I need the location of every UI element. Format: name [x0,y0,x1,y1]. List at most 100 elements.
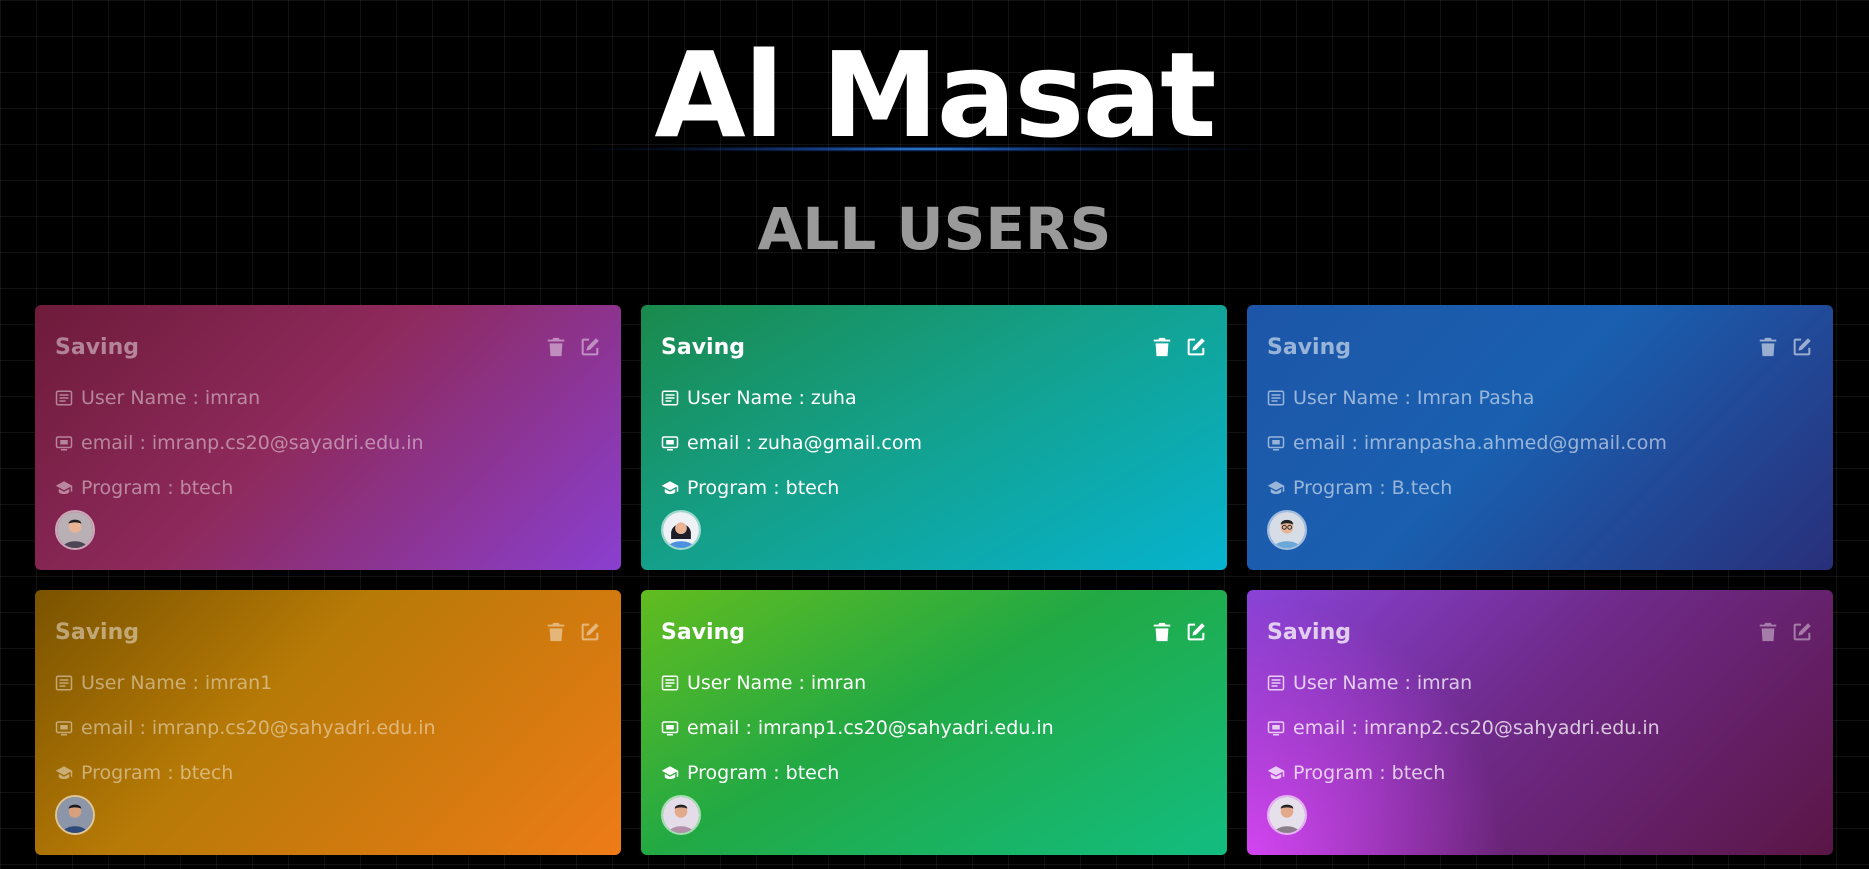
user-card: Saving User Name : Imran Pasha email : i… [1247,305,1833,570]
email-text: email : imranp.cs20@sayadri.edu.in [81,431,424,454]
trash-icon[interactable] [1757,621,1779,643]
brand-title: Al Masat [654,26,1216,164]
program-text: Program : btech [687,476,840,499]
graduation-cap-icon [661,765,679,779]
username-row: User Name : imran [1267,670,1813,695]
card-actions [1151,621,1207,643]
user-card: Saving User Name : imran email : imranp.… [35,305,621,570]
username-text: User Name : Imran Pasha [1293,386,1535,409]
avatar [55,795,95,835]
email-row: email : imranp.cs20@sahyadri.edu.in [55,715,601,740]
list-icon [661,675,679,690]
id-card-icon [1267,435,1285,450]
avatar [661,795,701,835]
card-title: Saving [55,619,139,645]
graduation-cap-icon [661,480,679,494]
list-icon [661,390,679,405]
avatar [55,510,95,550]
edit-icon[interactable] [1185,621,1207,643]
avatar [1267,795,1307,835]
program-row: Program : btech [55,475,601,500]
trash-icon[interactable] [545,621,567,643]
user-cards-grid: Saving User Name : imran email : imranp.… [35,305,1834,855]
list-icon [1267,390,1285,405]
program-row: Program : btech [55,760,601,785]
list-icon [1267,675,1285,690]
email-row: email : zuha@gmail.com [661,430,1207,455]
program-row: Program : B.tech [1267,475,1813,500]
card-header: Saving [55,614,601,650]
email-row: email : imranp.cs20@sayadri.edu.in [55,430,601,455]
email-row: email : imranpasha.ahmed@gmail.com [1267,430,1813,455]
trash-icon[interactable] [1151,621,1173,643]
card-title: Saving [661,619,745,645]
username-text: User Name : imran1 [81,671,273,694]
username-row: User Name : imran [55,385,601,410]
graduation-cap-icon [1267,765,1285,779]
username-text: User Name : zuha [687,386,857,409]
card-actions [1757,336,1813,358]
username-row: User Name : Imran Pasha [1267,385,1813,410]
card-header: Saving [1267,329,1813,365]
card-title: Saving [1267,619,1351,645]
id-card-icon [55,720,73,735]
user-card: Saving User Name : zuha email : zuha@gma… [641,305,1227,570]
card-actions [545,621,601,643]
card-actions [1151,336,1207,358]
email-text: email : zuha@gmail.com [687,431,922,454]
username-text: User Name : imran [687,671,867,694]
edit-icon[interactable] [1791,621,1813,643]
email-row: email : imranp2.cs20@sahyadri.edu.in [1267,715,1813,740]
program-text: Program : btech [81,761,234,784]
card-actions [545,336,601,358]
card-title: Saving [55,334,139,360]
username-text: User Name : imran [81,386,261,409]
trash-icon[interactable] [1151,336,1173,358]
card-title: Saving [1267,334,1351,360]
edit-icon[interactable] [579,336,601,358]
trash-icon[interactable] [1757,336,1779,358]
graduation-cap-icon [55,765,73,779]
list-icon [55,675,73,690]
user-card: Saving User Name : imran email : imranp1… [641,590,1227,855]
username-row: User Name : imran [661,670,1207,695]
card-header: Saving [661,614,1207,650]
edit-icon[interactable] [579,621,601,643]
email-text: email : imranpasha.ahmed@gmail.com [1293,431,1667,454]
avatar [661,510,701,550]
username-row: User Name : imran1 [55,670,601,695]
program-text: Program : btech [1293,761,1446,784]
card-header: Saving [55,329,601,365]
program-row: Program : btech [1267,760,1813,785]
graduation-cap-icon [55,480,73,494]
trash-icon[interactable] [545,336,567,358]
program-text: Program : btech [81,476,234,499]
program-row: Program : btech [661,475,1207,500]
email-text: email : imranp.cs20@sahyadri.edu.in [81,716,436,739]
edit-icon[interactable] [1791,336,1813,358]
email-text: email : imranp2.cs20@sahyadri.edu.in [1293,716,1660,739]
card-actions [1757,621,1813,643]
username-row: User Name : zuha [661,385,1207,410]
id-card-icon [1267,720,1285,735]
id-card-icon [55,435,73,450]
id-card-icon [661,720,679,735]
page-subtitle: ALL USERS [757,195,1112,263]
id-card-icon [661,435,679,450]
list-icon [55,390,73,405]
program-row: Program : btech [661,760,1207,785]
avatar [1267,510,1307,550]
email-row: email : imranp1.cs20@sahyadri.edu.in [661,715,1207,740]
email-text: email : imranp1.cs20@sahyadri.edu.in [687,716,1054,739]
card-title: Saving [661,334,745,360]
card-header: Saving [661,329,1207,365]
title-glow [585,146,1265,152]
username-text: User Name : imran [1293,671,1473,694]
card-header: Saving [1267,614,1813,650]
user-card: Saving User Name : imran1 email : imranp… [35,590,621,855]
user-card: Saving User Name : imran email : imranp2… [1247,590,1833,855]
edit-icon[interactable] [1185,336,1207,358]
graduation-cap-icon [1267,480,1285,494]
program-text: Program : B.tech [1293,476,1453,499]
program-text: Program : btech [687,761,840,784]
